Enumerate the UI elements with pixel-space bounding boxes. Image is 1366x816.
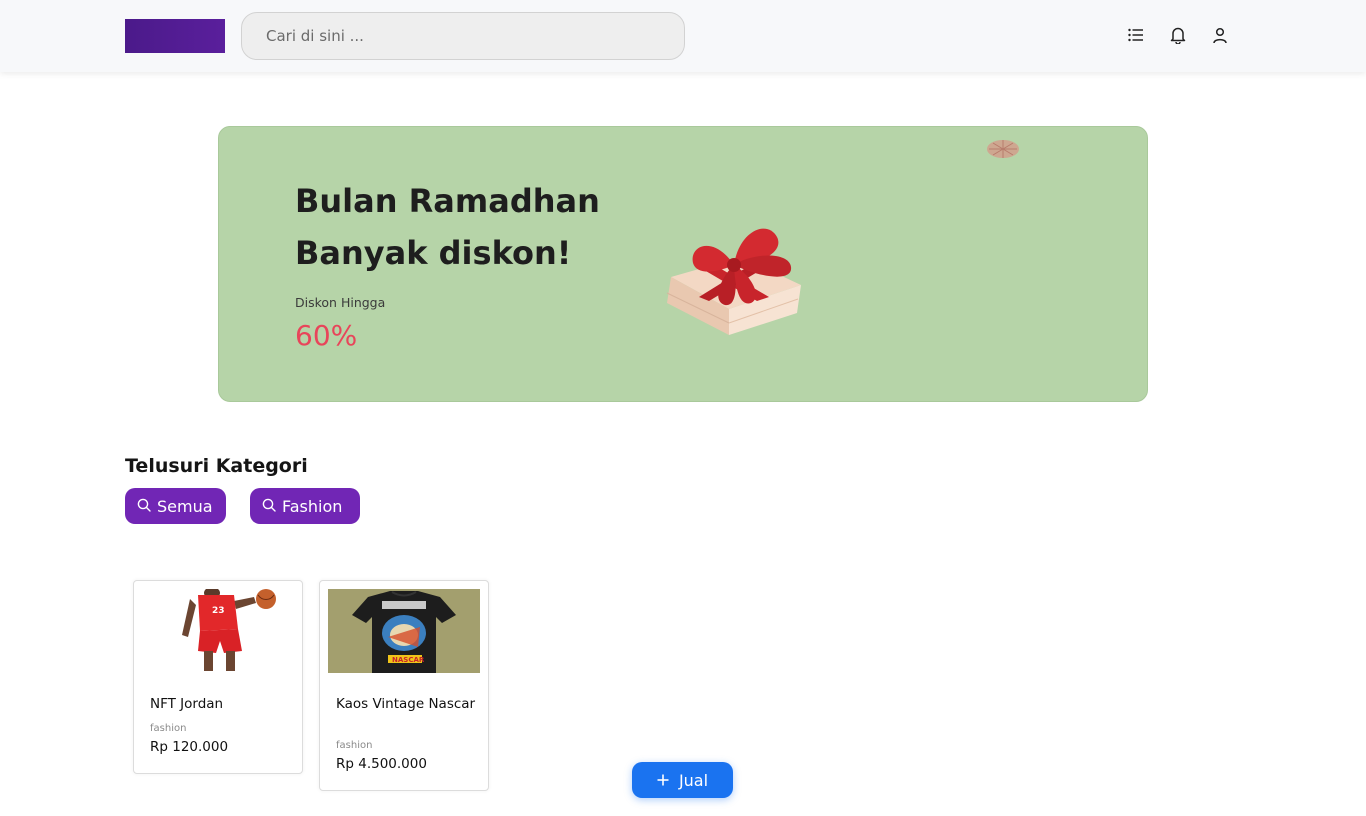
product-image-jordan: 23 (142, 589, 294, 673)
decoration-image (983, 135, 1023, 169)
search-icon (137, 497, 151, 516)
plus-icon (657, 771, 669, 790)
product-image-nascar: NASCAR (328, 589, 480, 673)
search-input[interactable] (241, 12, 685, 60)
category-section-title: Telusuri Kategori (125, 455, 308, 477)
product-category: fashion (150, 723, 187, 734)
product-price: Rp 120.000 (150, 739, 229, 755)
product-card[interactable]: NASCAR Kaos Vintage Nascar fashion Rp 4.… (319, 580, 489, 791)
svg-text:23: 23 (212, 606, 225, 616)
product-price: Rp 4.500.000 (336, 756, 427, 772)
product-category: fashion (336, 740, 373, 751)
category-chip-fashion[interactable]: Fashion (250, 488, 360, 524)
product-title: NFT Jordan (150, 696, 224, 712)
list-icon[interactable] (1125, 24, 1147, 46)
sell-button[interactable]: Jual (632, 762, 733, 798)
banner-title-line1: Bulan Ramadhan (295, 182, 600, 220)
banner-subtitle: Diskon Hingga (295, 295, 386, 310)
svg-text:NASCAR: NASCAR (392, 656, 425, 664)
category-chip-semua[interactable]: Semua (125, 488, 226, 524)
promo-banner[interactable]: Bulan Ramadhan Banyak diskon! Diskon Hin… (218, 126, 1148, 402)
top-navbar (0, 0, 1366, 72)
banner-title-line2: Banyak diskon! (295, 234, 572, 272)
sell-button-label: Jual (678, 770, 709, 790)
user-icon[interactable] (1209, 24, 1231, 46)
banner-discount-percent: 60% (295, 319, 358, 352)
product-title: Kaos Vintage Nascar (336, 696, 476, 712)
search-icon (262, 497, 276, 516)
category-chip-label: Semua (157, 496, 213, 516)
bell-icon[interactable] (1167, 24, 1189, 46)
logo[interactable] (125, 19, 225, 53)
gift-box-image (659, 205, 809, 349)
banner-title: Bulan Ramadhan Banyak diskon! (295, 175, 655, 279)
product-card[interactable]: 23 NFT Jordan fashion Rp 120.000 (133, 580, 303, 774)
category-chip-label: Fashion (282, 496, 343, 516)
